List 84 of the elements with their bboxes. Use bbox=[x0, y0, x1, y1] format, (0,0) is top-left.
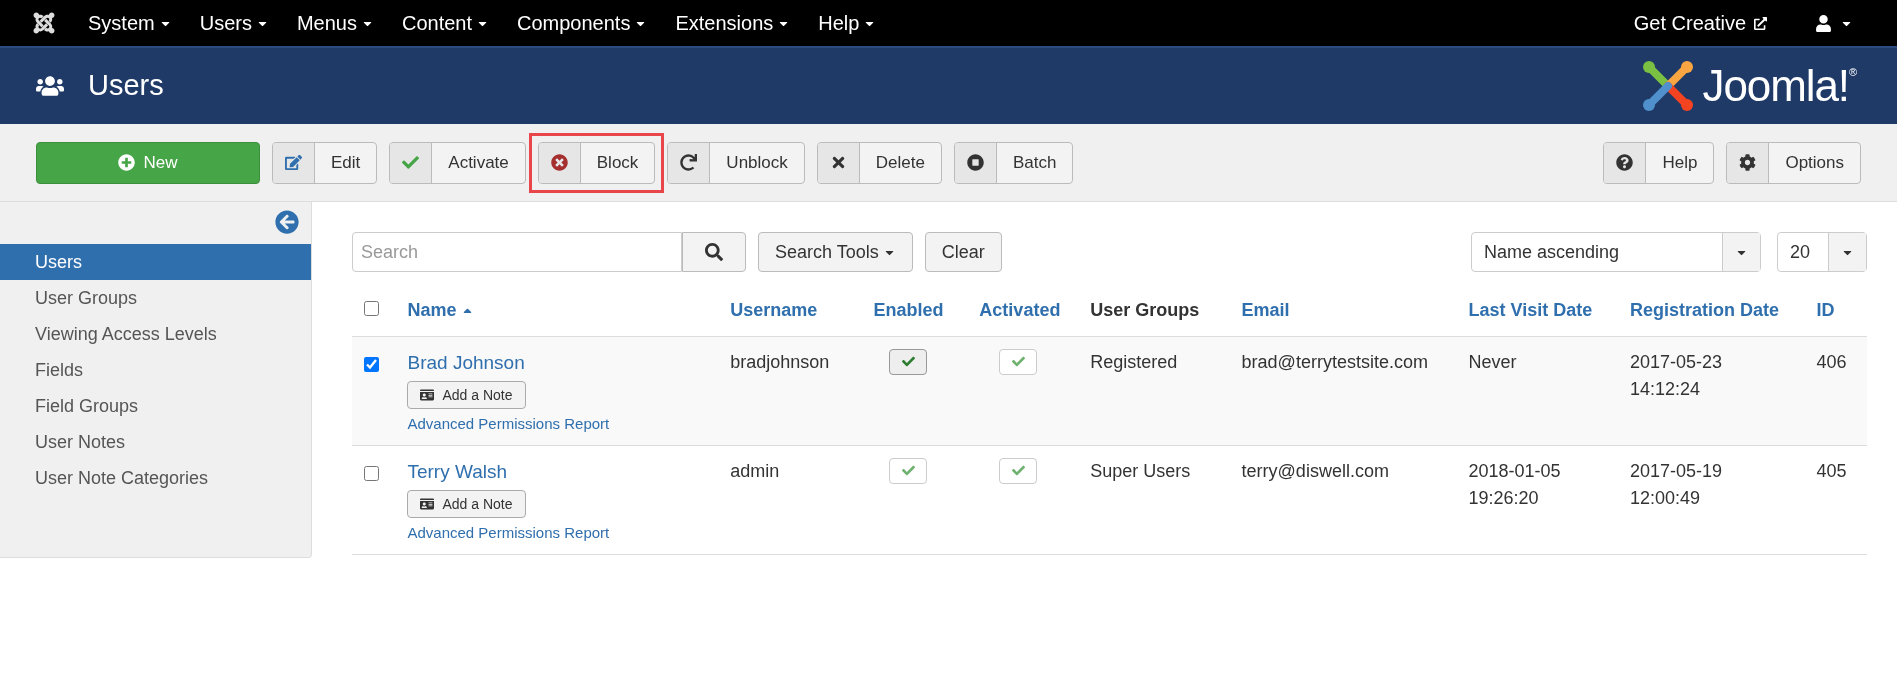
table-cell: 405 bbox=[1816, 460, 1847, 481]
column-header[interactable]: ID bbox=[1816, 297, 1835, 325]
row-checkbox[interactable] bbox=[364, 356, 379, 372]
collapse-icon[interactable] bbox=[275, 210, 299, 234]
search-icon bbox=[705, 243, 723, 261]
check-toggle[interactable] bbox=[889, 348, 928, 375]
registered-mark: ® bbox=[1848, 65, 1857, 78]
sidebar-item[interactable]: User Note Categories bbox=[0, 460, 311, 496]
permissions-report-link[interactable]: Advanced Permissions Report bbox=[407, 413, 610, 436]
column-header[interactable]: Username bbox=[730, 297, 818, 325]
settings-icon bbox=[1739, 154, 1757, 171]
logo-icon bbox=[1640, 59, 1695, 113]
table-cell: Super Users bbox=[1090, 460, 1191, 481]
column-header[interactable]: Email bbox=[1241, 297, 1290, 325]
menu-item[interactable]: Menus bbox=[296, 8, 374, 38]
menu-item[interactable]: Extensions bbox=[675, 8, 791, 38]
table-cell-text: 2018-01-05 19:26:20 bbox=[1468, 459, 1562, 510]
toolbar-button[interactable]: Batch bbox=[953, 141, 1074, 184]
column-header[interactable]: Activated bbox=[979, 297, 1061, 325]
column-header[interactable]: Registration Date bbox=[1629, 297, 1779, 325]
select-all-checkbox[interactable] bbox=[364, 301, 379, 317]
toolbar-button[interactable]: Block bbox=[537, 141, 656, 184]
clear-button[interactable]: Clear bbox=[924, 232, 1002, 272]
ordering-select[interactable]: Name ascending bbox=[1471, 232, 1761, 272]
plus-icon bbox=[118, 154, 136, 171]
toolbar-button[interactable]: Unblock bbox=[667, 141, 805, 184]
check-icon bbox=[402, 154, 420, 171]
user-name-link[interactable]: Brad Johnson bbox=[407, 348, 525, 377]
page-title: Users bbox=[88, 68, 164, 104]
sidebar-item[interactable]: User Groups bbox=[0, 280, 311, 316]
check-toggle[interactable] bbox=[889, 457, 928, 484]
row-checkbox[interactable] bbox=[364, 465, 379, 481]
menu-item[interactable]: Components bbox=[517, 8, 648, 38]
logo-text: Joomla! bbox=[1702, 60, 1849, 112]
user-name-link[interactable]: Terry Walsh bbox=[407, 457, 508, 486]
sidebar-item[interactable]: Field Groups bbox=[0, 388, 311, 424]
toolbar-button[interactable]: Activate bbox=[389, 141, 526, 184]
external-link-icon bbox=[1754, 16, 1767, 30]
toolbar-button[interactable]: Edit bbox=[272, 141, 378, 184]
sidebar-item[interactable]: Viewing Access Levels bbox=[0, 316, 311, 352]
table-cell-text: Never bbox=[1468, 350, 1518, 374]
permissions-report-link[interactable]: Advanced Permissions Report bbox=[407, 522, 610, 545]
sidebar-item[interactable]: Fields bbox=[0, 352, 311, 388]
user-icon bbox=[1815, 14, 1832, 32]
redo-icon bbox=[680, 154, 698, 171]
table-cell: Registered bbox=[1090, 351, 1178, 372]
table-cell: 406 bbox=[1816, 351, 1847, 372]
toolbar-button[interactable]: Help bbox=[1603, 141, 1715, 184]
table-cell: brad@terrytestsite.com bbox=[1241, 351, 1428, 372]
table-cell: admin bbox=[730, 460, 780, 481]
user-menu[interactable] bbox=[1815, 14, 1853, 32]
site-link[interactable]: Get Creative bbox=[1633, 8, 1767, 38]
sidebar-item[interactable]: User Notes bbox=[0, 424, 311, 460]
table-cell-text: 2017-05-19 12:00:49 bbox=[1629, 459, 1723, 510]
search-button[interactable] bbox=[682, 232, 746, 272]
menu-item[interactable]: Content bbox=[401, 8, 489, 38]
check-icon bbox=[901, 464, 915, 477]
search-tools-button[interactable]: Search Tools bbox=[758, 232, 913, 272]
toolbar-button[interactable]: Delete bbox=[816, 141, 942, 184]
table-cell: terry@diswell.com bbox=[1241, 460, 1389, 481]
check-toggle[interactable] bbox=[999, 348, 1038, 375]
table-cell-text: 2017-05-23 14:12:24 bbox=[1629, 350, 1723, 401]
search-field[interactable]: Search bbox=[352, 232, 682, 272]
check-icon bbox=[1011, 464, 1025, 477]
id-card-icon bbox=[420, 497, 435, 511]
column-header[interactable]: Name bbox=[407, 297, 474, 325]
menu-item[interactable]: Users bbox=[199, 8, 269, 38]
column-header[interactable]: Enabled bbox=[873, 297, 944, 325]
add-note-button[interactable]: Add a Note bbox=[407, 381, 526, 409]
add-note-button[interactable]: Add a Note bbox=[407, 490, 526, 518]
check-toggle[interactable] bbox=[999, 457, 1038, 484]
id-card-icon bbox=[420, 388, 435, 402]
menu-item[interactable]: System bbox=[88, 8, 172, 38]
table-cell: bradjohnson bbox=[730, 351, 830, 372]
toolbar-button[interactable]: Options bbox=[1726, 141, 1861, 184]
menu-item[interactable]: Help bbox=[818, 8, 877, 38]
check-icon bbox=[1011, 355, 1025, 368]
column-header[interactable]: Last Visit Date bbox=[1468, 297, 1593, 325]
help-icon bbox=[1616, 154, 1634, 171]
limit-select[interactable]: 20 bbox=[1777, 232, 1867, 272]
check-icon bbox=[901, 355, 915, 368]
column-header: User Groups bbox=[1090, 299, 1200, 323]
sidebar-item[interactable]: Users bbox=[0, 244, 311, 280]
edit-icon bbox=[285, 154, 302, 171]
